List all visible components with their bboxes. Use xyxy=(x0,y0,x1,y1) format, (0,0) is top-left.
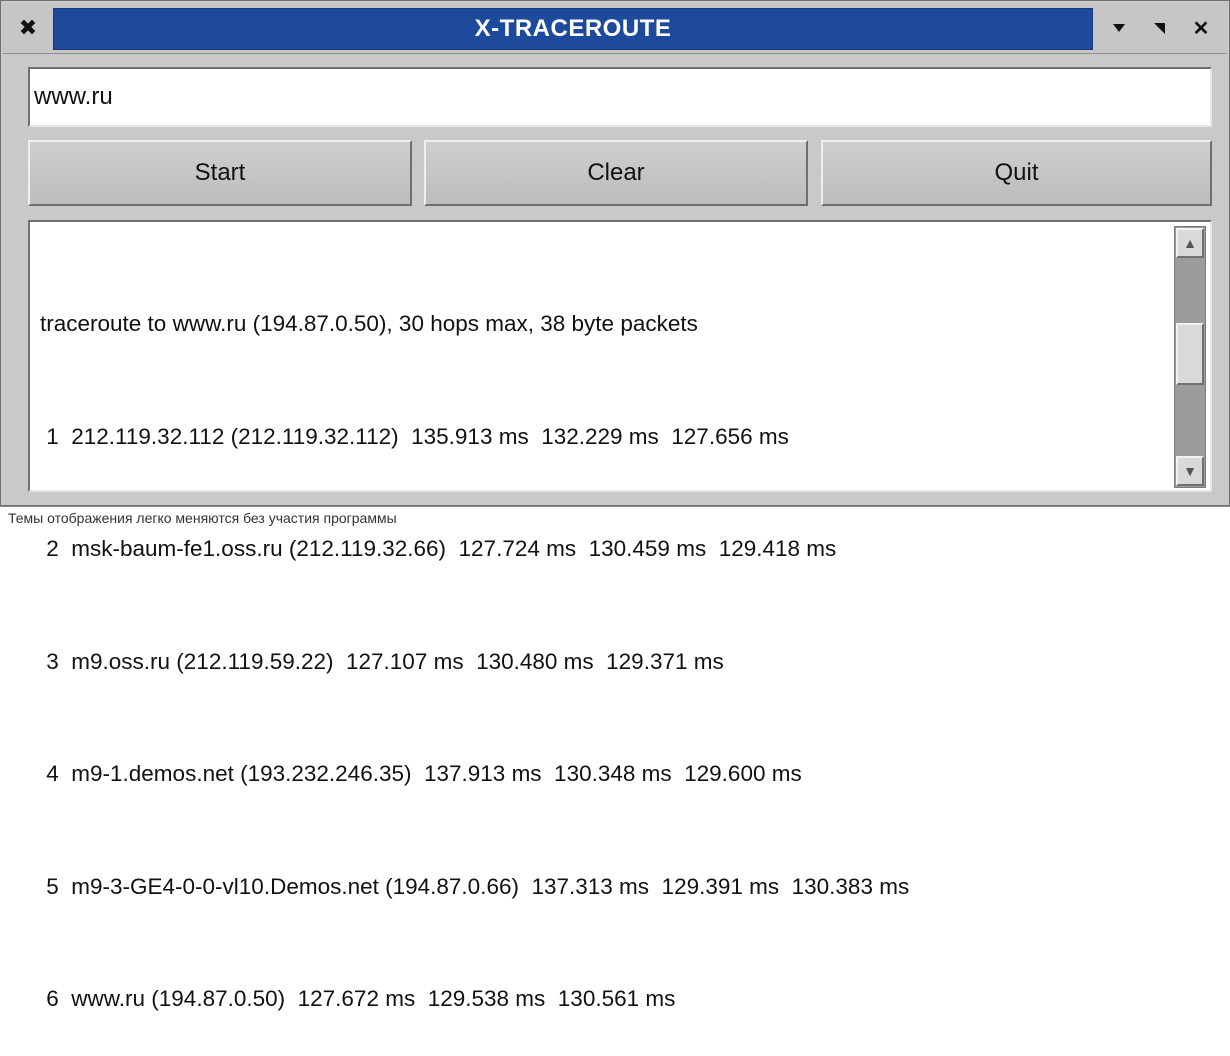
trace-line: 4 m9-1.demos.net (193.232.246.35) 137.91… xyxy=(40,761,802,786)
trace-line: 5 m9-3-GE4-0-0-vl10.Demos.net (194.87.0.… xyxy=(40,873,910,899)
host-input[interactable]: www.ru xyxy=(28,67,1212,127)
maximize-icon[interactable] xyxy=(1141,11,1177,45)
trace-output[interactable]: traceroute to www.ru (194.87.0.50), 30 h… xyxy=(28,220,1212,1011)
close-icon[interactable]: ✕ xyxy=(1183,11,1219,45)
title-bar: ✖ X-TRACEROUTE ✕ xyxy=(3,3,1227,54)
scroll-thumb[interactable] xyxy=(1176,323,1204,385)
traceroute-window: ✖ X-TRACEROUTE ✕ www.ru Start Clear Quit… xyxy=(0,0,1230,1011)
trace-line: 3 m9.oss.ru (212.119.59.22) 127.107 ms 1… xyxy=(40,648,724,674)
trace-line: 1 212.119.32.112 (212.119.32.112) 135.91… xyxy=(40,423,789,449)
scroll-up-icon[interactable]: ▲ xyxy=(1176,228,1204,258)
trace-line: 2 msk-baum-fe1.oss.ru (212.119.32.66) 12… xyxy=(40,536,837,561)
minimize-icon[interactable] xyxy=(1101,11,1137,45)
trace-lines: traceroute to www.ru (194.87.0.50), 30 h… xyxy=(40,230,1170,1056)
clear-button[interactable]: Clear xyxy=(424,140,808,206)
trace-line: traceroute to www.ru (194.87.0.50), 30 h… xyxy=(40,311,698,336)
quit-button[interactable]: Quit xyxy=(821,140,1212,206)
trace-line: 6 www.ru (194.87.0.50) 127.672 ms 129.53… xyxy=(40,986,676,1011)
start-button[interactable]: Start xyxy=(28,140,412,206)
vertical-scrollbar[interactable]: ▲ ▼ xyxy=(1174,226,1206,488)
pin-icon[interactable]: ✖ xyxy=(11,13,45,43)
window-title: X-TRACEROUTE xyxy=(53,8,1093,50)
figure-caption: Темы отображения легко меняются без учас… xyxy=(0,506,1230,528)
scroll-down-icon[interactable]: ▼ xyxy=(1176,456,1204,486)
